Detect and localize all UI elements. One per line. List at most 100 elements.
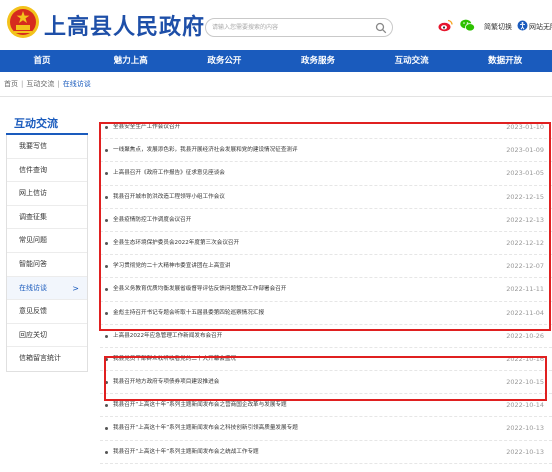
list-item[interactable]: 我县召开“上高这十年”系列主题新闻发布会之营商国企改革与发展专题 2022-10-… [100,394,552,418]
article-list: 全县安全生产工作会议召开 2023-01-10 一线聚焦点，发展添色彩，我县开展经… [100,116,552,464]
breadcrumb-divider [0,96,552,97]
list-item[interactable]: 全县义务教育优质均衡发展省级督导评估反馈问题整改工作部署会召开 2022-11-1… [100,278,552,302]
list-item[interactable]: 学习贯彻党的二十大精神市委宣讲团在上高宣讲 2022-12-07 [100,255,552,279]
article-date: 2022-10-13 [506,447,544,456]
bullet-icon [105,126,108,129]
bullet-icon [105,265,108,269]
list-item[interactable]: 我县召开“上高这十年”系列主题新闻发布会之科技创新引领高质量发展专题 2022-1… [100,417,552,441]
bullet-icon [105,195,108,199]
article-title[interactable]: 我县召开地方政府专项债券项目建设推进会 [113,371,219,394]
article-title[interactable]: 全县疫情防控工作调度会议召开 [113,209,191,232]
article-title[interactable]: 我县召开城市防洪改造工程领导小组工作会议 [113,186,225,209]
weibo-icon[interactable] [438,19,453,32]
bullet-icon [105,218,108,222]
article-date: 2023-01-05 [506,169,544,178]
search-input[interactable] [212,21,370,34]
article-title[interactable]: 全县义务教育优质均衡发展省级督导评估反馈问题整改工作部署会召开 [113,278,286,301]
sidebar-menu: 我要写信 信件查询 网上信访 调查征集 常见问题 智能问答 在线访谈 > 意见反馈… [6,135,88,372]
breadcrumb-interaction[interactable]: 互动交流 [26,80,54,88]
sidebar-item-label: 调查征集 [19,212,47,221]
article-title[interactable]: 我县召开“上高这十年”系列主题新闻发布会之统战工作专题 [113,441,259,464]
list-item[interactable]: 一线聚焦点，发展添色彩，我县开展经济社会发展和党的建设情况征查测评 2023-01… [100,139,552,163]
sidebar-item-label: 我要写信 [19,142,47,150]
national-emblem-icon[interactable] [6,5,40,39]
breadcrumb-separator: | [21,80,24,88]
sidebar-item-mailbox-stats[interactable]: 信箱留言统计 [7,347,87,371]
article-date: 2022-10-26 [506,331,544,340]
sidebar-item-faq[interactable]: 常见问题 [7,229,87,253]
bullet-icon [105,241,108,245]
breadcrumb-separator: | [57,80,60,88]
breadcrumb: 首页 | 互动交流 | 在线访谈 [4,79,91,89]
bullet-icon [105,427,108,431]
sidebar-title: 互动交流 [14,117,58,130]
sidebar-item-write-letter[interactable]: 我要写信 [7,135,87,159]
article-date: 2022-12-12 [506,238,544,247]
nav-charm[interactable]: 魅力上高 [84,50,178,72]
article-date: 2023-01-09 [506,146,544,155]
nav-open-data[interactable]: 数据开放 [458,50,552,72]
bullet-icon [105,450,108,454]
list-item[interactable]: 我县党员干部群众收听收看党的二十大开幕会盛况 2022-10-16 [100,348,552,372]
article-date: 2022-10-15 [506,378,544,387]
bullet-icon [105,172,108,176]
article-date: 2022-10-14 [506,401,544,410]
nav-interaction[interactable]: 互动交流 [365,50,459,72]
article-date: 2022-10-16 [506,354,544,363]
article-title[interactable]: 学习贯彻党的二十大精神市委宣讲团在上高宣讲 [113,255,230,278]
sidebar-item-label: 网上信访 [19,189,47,198]
bullet-icon [105,357,108,361]
simplified-traditional-toggle[interactable]: 简繁切换 [484,22,512,32]
list-item[interactable]: 金彪主持召开书记专题会听取十五届县委第四轮巡察情况汇报 2022-11-04 [100,302,552,325]
nav-government-service[interactable]: 政务服务 [271,50,365,72]
sidebar-item-label: 信件查询 [19,165,47,174]
sidebar-item-feedback[interactable]: 意见反馈 [7,300,87,324]
bullet-icon [105,288,108,292]
sidebar-item-label: 回应关切 [19,330,47,339]
list-item[interactable]: 全县疫情防控工作调度会议召开 2022-12-13 [100,209,552,232]
article-date: 2022-12-13 [506,215,544,224]
article-title[interactable]: 我县党员干部群众收听收看党的二十大开幕会盛况 [113,348,236,371]
article-title[interactable]: 上高县2022年应急管理工作新闻发布会召开 [113,325,222,348]
bullet-icon [105,381,108,385]
list-item[interactable]: 我县召开城市防洪改造工程领导小组工作会议 2022-12-15 [100,186,552,209]
sidebar-item-label: 意见反馈 [19,307,47,316]
accessibility-link[interactable]: 网站无障 [529,22,552,32]
wechat-icon[interactable] [460,19,475,32]
article-title[interactable]: 我县召开“上高这十年”系列主题新闻发布会之科技创新引领高质量发展专题 [113,417,298,440]
list-item[interactable]: 上高县召开《政府工作报告》征求意见座谈会 2023-01-05 [100,162,552,186]
article-title[interactable]: 全县安全生产工作会议召开 [113,116,180,139]
nav-home[interactable]: 首页 [0,50,84,72]
sidebar-item-online-petition[interactable]: 网上信访 [7,182,87,206]
sidebar-item-response[interactable]: 回应关切 [7,324,87,348]
bullet-icon [105,404,108,408]
article-title[interactable]: 一线聚焦点，发展添色彩，我县开展经济社会发展和党的建设情况征查测评 [113,139,298,162]
accessibility-icon[interactable] [517,20,528,31]
sidebar-item-survey[interactable]: 调查征集 [7,206,87,230]
list-item[interactable]: 上高县2022年应急管理工作新闻发布会召开 2022-10-26 [100,325,552,348]
sidebar-item-label: 智能问答 [19,259,47,268]
article-date: 2022-10-13 [506,424,544,433]
article-title[interactable]: 全县生态环境保护委员会2022年度第三次会议召开 [113,232,239,255]
list-item[interactable]: 全县生态环境保护委员会2022年度第三次会议召开 2022-12-12 [100,232,552,256]
sidebar-item-label: 信箱留言统计 [19,354,61,363]
breadcrumb-current[interactable]: 在线访谈 [63,80,91,88]
breadcrumb-home[interactable]: 首页 [4,80,18,88]
list-item[interactable]: 我县召开“上高这十年”系列主题新闻发布会之统战工作专题 2022-10-13 [100,441,552,464]
sidebar-item-label: 常见问题 [19,236,47,245]
article-title[interactable]: 上高县召开《政府工作报告》征求意见座谈会 [113,162,225,185]
list-item[interactable]: 我县召开地方政府专项债券项目建设推进会 2022-10-15 [100,371,552,395]
article-date: 2022-12-07 [506,262,544,271]
sidebar-item-smart-qa[interactable]: 智能问答 [7,253,87,277]
sidebar-item-online-interview[interactable]: 在线访谈 > [7,276,87,301]
article-date: 2023-01-10 [506,123,544,131]
nav-open-government[interactable]: 政务公开 [178,50,272,72]
article-title[interactable]: 金彪主持召开书记专题会听取十五届县委第四轮巡察情况汇报 [113,302,264,325]
search-box [205,18,393,37]
list-item[interactable]: 全县安全生产工作会议召开 2023-01-10 [100,116,552,140]
chevron-right-icon: > [72,283,79,293]
search-icon[interactable] [375,22,387,34]
sidebar-item-letter-query[interactable]: 信件查询 [7,159,87,183]
article-title[interactable]: 我县召开“上高这十年”系列主题新闻发布会之营商国企改革与发展专题 [113,394,287,417]
site-title[interactable]: 上高县人民政府 [44,9,205,41]
